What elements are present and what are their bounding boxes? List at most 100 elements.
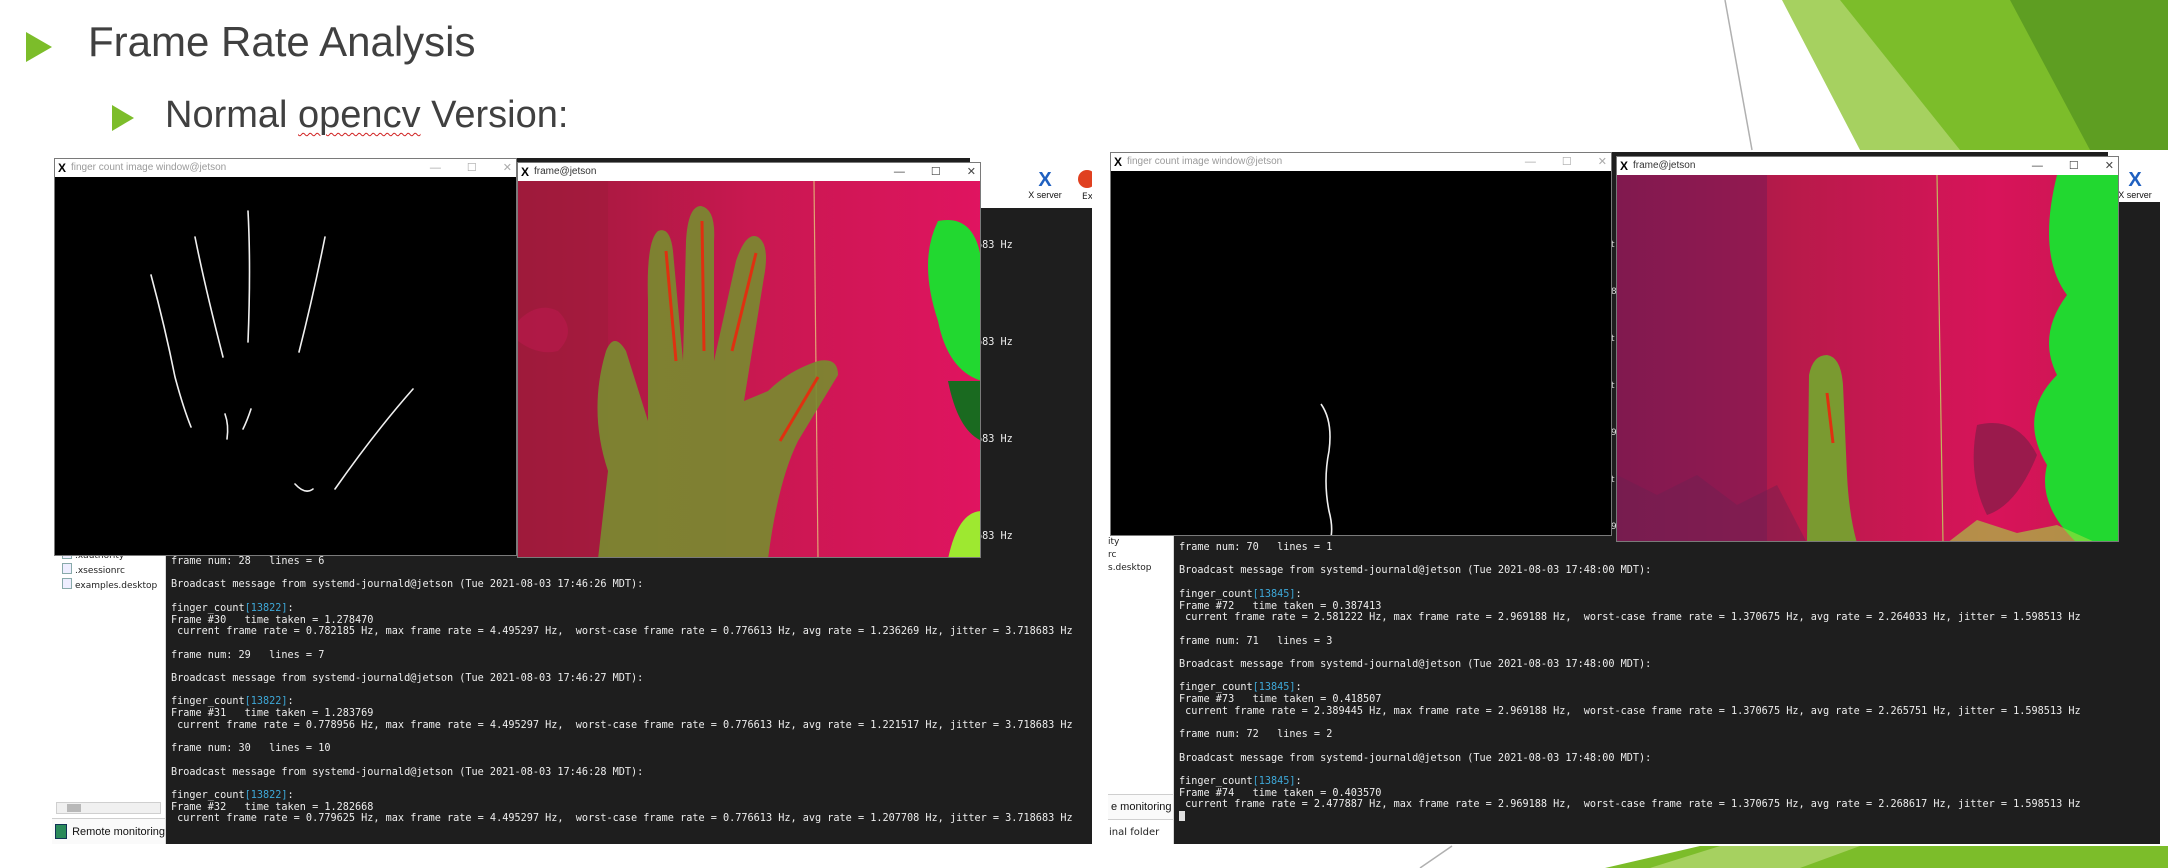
maximize-button[interactable]: ☐: [467, 159, 477, 177]
window-controls: — ☐ ✕: [2032, 157, 2114, 175]
file-item[interactable]: .xsessionrc: [62, 563, 157, 578]
terminal-line: current frame rate = 2.477887 Hz, max fr…: [1179, 799, 2081, 811]
terminal-line: finger_count[13845]:: [1179, 589, 2160, 601]
finger-edge-line: [298, 236, 326, 353]
window-titlebar[interactable]: X frame@jetson — ☐ ✕: [1617, 157, 2118, 175]
finger-edge-line: [247, 210, 251, 343]
terminal-fragment: 683 Hz: [976, 531, 1013, 542]
file-icon: [62, 578, 72, 589]
terminal-line: frame num: 71 lines = 3: [1179, 635, 1333, 647]
finger-edge-line: [334, 388, 414, 490]
scrollbar-thumb[interactable]: [67, 804, 81, 812]
process-name: finger_count: [171, 602, 245, 614]
remote-monitoring-button[interactable]: Remote monitoring: [52, 818, 165, 844]
close-button[interactable]: ✕: [2105, 157, 2114, 175]
terminal-line: finger_count[13845]:: [1179, 776, 2160, 788]
file-item[interactable]: rc: [1108, 549, 1151, 562]
finger-edge-line: [194, 236, 224, 358]
terminal-cursor: [1179, 811, 1185, 822]
exit-icon[interactable]: [1078, 170, 1092, 188]
window-title: finger count image window@jetson: [1127, 156, 1283, 167]
terminal-line: Broadcast message from systemd-journald@…: [1179, 659, 1652, 671]
terminal-folder-label[interactable]: inal folder: [1109, 827, 1159, 838]
maximize-button[interactable]: ☐: [1562, 153, 1572, 171]
process-id: [13845]: [1252, 776, 1296, 788]
colon: :: [1295, 682, 1302, 694]
subtitle-prefix: Normal: [165, 94, 299, 136]
x-server-button[interactable]: XX server: [1020, 170, 1070, 200]
terminal-line: Broadcast message from systemd-journald@…: [1179, 565, 1652, 577]
remote-monitoring-label: Remote monitoring: [72, 825, 165, 838]
minimize-button[interactable]: —: [894, 163, 905, 181]
camera-hand-image: [518, 181, 980, 557]
terminal-line: frame num: 29 lines = 7: [171, 649, 325, 661]
terminal-line: frame num: 30 lines = 10: [171, 743, 331, 755]
colon: :: [287, 696, 294, 708]
terminal-line: current frame rate = 2.581222 Hz, max fr…: [1179, 612, 2081, 624]
terminal-line: Broadcast message from systemd-journald@…: [171, 673, 644, 685]
process-id: [13845]: [1252, 682, 1296, 694]
finger-count-window[interactable]: X finger count image window@jetson — ☐ ✕: [54, 158, 517, 556]
window-titlebar[interactable]: X frame@jetson — ☐ ✕: [518, 163, 980, 181]
file-name: .xsessionrc: [75, 566, 125, 576]
colon: :: [287, 602, 294, 614]
minimize-button[interactable]: —: [2032, 157, 2043, 175]
file-item[interactable]: ity: [1108, 536, 1151, 549]
file-icon: [62, 563, 72, 574]
terminal-fragment: 683 Hz: [976, 434, 1013, 445]
minimize-button[interactable]: —: [430, 159, 441, 177]
terminal-line: Broadcast message from systemd-journald@…: [171, 766, 644, 778]
file-name: s.desktop: [1108, 563, 1152, 573]
close-button[interactable]: ✕: [503, 159, 512, 177]
finger-edge-line: [1320, 403, 1333, 535]
window-controls: — ☐ ✕: [430, 159, 512, 177]
file-item[interactable]: s.desktop: [1108, 562, 1151, 575]
frame-window[interactable]: X frame@jetson — ☐ ✕: [1616, 156, 2119, 542]
window-titlebar[interactable]: X finger count image window@jetson — ☐ ✕: [55, 159, 516, 177]
close-button[interactable]: ✕: [1598, 153, 1607, 171]
close-button[interactable]: ✕: [967, 163, 976, 181]
terminal-line: current frame rate = 0.779625 Hz, max fr…: [171, 813, 1073, 825]
process-name: finger_count: [1179, 588, 1253, 600]
finger-edge-line: [224, 413, 229, 440]
maximize-button[interactable]: ☐: [931, 163, 941, 181]
terminal-fragment: 683 Hz: [976, 337, 1013, 348]
remote-monitoring-button[interactable]: e monitoring: [1108, 794, 1173, 820]
terminal-prompt-line: [1179, 811, 2160, 824]
screenshot-right: ity rc s.desktop e monitoring inal folde…: [1108, 152, 2160, 844]
window-controls: — ☐ ✕: [1525, 153, 1607, 171]
slide-subtitle: Normal opencv Version:: [165, 94, 568, 137]
finger-edge-line: [294, 483, 314, 492]
file-item[interactable]: examples.desktop: [62, 578, 157, 593]
terminal-line: Frame #72 time taken = 0.387413: [1179, 600, 1382, 612]
terminal-line: Frame #32 time taken = 1.282668: [171, 801, 374, 813]
monitor-icon: [55, 824, 68, 839]
finger-edge-image: [1320, 403, 1333, 535]
x-server-icon: X: [1038, 169, 1052, 191]
finger-detection-line: [700, 220, 706, 352]
edge-image-view: [1111, 171, 1611, 535]
process-id: [13822]: [244, 696, 288, 708]
x-logo-icon: X: [58, 161, 67, 175]
process-id: [13822]: [244, 790, 288, 802]
minimize-button[interactable]: —: [1525, 153, 1536, 171]
camera-finger-image: [1617, 175, 2118, 541]
colon: :: [1295, 776, 1302, 788]
window-titlebar[interactable]: X finger count image window@jetson — ☐ ✕: [1111, 153, 1611, 171]
x-logo-icon: X: [521, 165, 530, 179]
horizontal-scrollbar[interactable]: [56, 802, 161, 814]
frame-window[interactable]: X frame@jetson — ☐ ✕: [517, 162, 981, 558]
finger-count-window[interactable]: X finger count image window@jetson — ☐ ✕: [1110, 152, 1612, 536]
maximize-button[interactable]: ☐: [2069, 157, 2079, 175]
